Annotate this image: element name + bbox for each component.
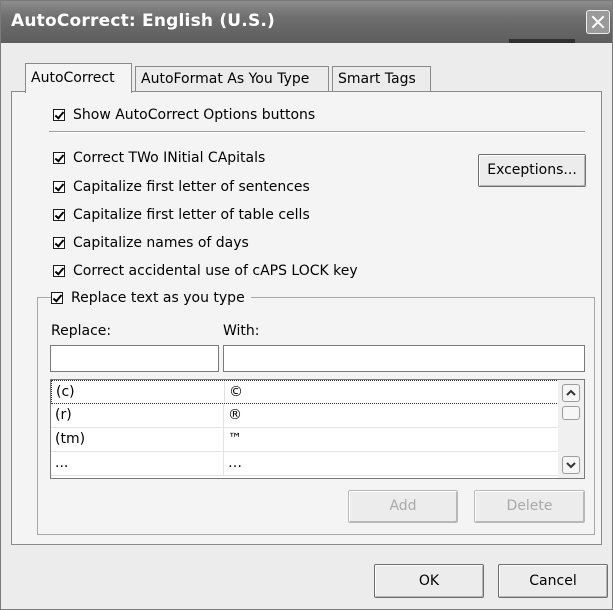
with-cell: © (229, 384, 243, 400)
correct-two-initial-capitals-option[interactable]: Correct TWo INitial CApitals (53, 149, 265, 167)
option-label: Capitalize first letter of table cells (73, 207, 310, 223)
exceptions-button[interactable]: Exceptions... (478, 154, 586, 187)
tab-autocorrect[interactable]: AutoCorrect (25, 63, 132, 93)
with-cell: ® (228, 407, 242, 423)
option-label: Correct TWo INitial CApitals (73, 150, 266, 166)
checkbox[interactable] (53, 181, 65, 193)
scroll-up-button[interactable] (562, 384, 580, 402)
delete-button[interactable]: Delete (474, 490, 585, 523)
checkbox[interactable] (53, 109, 65, 121)
replace-cell: (r) (55, 407, 72, 423)
capitalize-table-cells-option[interactable]: Capitalize first letter of table cells (53, 206, 310, 224)
list-item[interactable]: (c) © (51, 380, 559, 404)
replacement-list[interactable]: (c) © (r) ® (tm) ™ ... … (50, 379, 585, 479)
ok-button[interactable]: OK (374, 564, 484, 598)
column-divider (223, 404, 224, 427)
replace-cell: ... (55, 455, 69, 471)
scroll-thumb[interactable] (562, 406, 580, 420)
option-label: Show AutoCorrect Options buttons (73, 107, 316, 123)
with-input[interactable] (223, 345, 585, 372)
window-title: AutoCorrect: English (U.S.) (11, 11, 276, 31)
capitalize-days-option[interactable]: Capitalize names of days (53, 234, 249, 252)
tab-label: Smart Tags (338, 71, 416, 87)
with-label: With: (223, 323, 260, 339)
option-label: Replace text as you type (71, 290, 245, 306)
tab-label: AutoCorrect (31, 70, 115, 86)
chevron-up-icon (566, 389, 576, 396)
tab-smart-tags[interactable]: Smart Tags (332, 66, 431, 91)
list-item[interactable]: ... … (51, 452, 559, 476)
list-scrollbar[interactable] (558, 380, 584, 478)
checkbox[interactable] (53, 237, 65, 249)
checkbox[interactable] (53, 209, 65, 221)
option-label: Capitalize names of days (73, 235, 249, 251)
checkbox[interactable] (51, 292, 63, 304)
with-cell: … (228, 455, 242, 471)
tab-label: AutoFormat As You Type (141, 71, 310, 87)
replace-cell: (c) (56, 384, 75, 400)
tab-autoformat[interactable]: AutoFormat As You Type (135, 66, 329, 91)
list-item[interactable]: (r) ® (51, 404, 559, 428)
cancel-button[interactable]: Cancel (498, 564, 608, 598)
scroll-down-button[interactable] (562, 456, 580, 474)
checkbox[interactable] (53, 265, 65, 277)
divider (49, 131, 585, 133)
replace-label: Replace: (51, 323, 112, 339)
close-icon[interactable] (586, 10, 610, 34)
option-label: Capitalize first letter of sentences (73, 179, 310, 195)
add-button[interactable]: Add (348, 490, 458, 523)
chevron-down-icon (566, 462, 576, 469)
caps-lock-option[interactable]: Correct accidental use of cAPS LOCK key (53, 262, 358, 280)
with-cell: ™ (228, 431, 242, 447)
column-divider (223, 428, 224, 451)
column-divider (223, 452, 224, 475)
column-divider (224, 381, 225, 403)
list-item[interactable]: (tm) ™ (51, 428, 559, 452)
replace-input[interactable] (50, 345, 219, 372)
option-label: Correct accidental use of cAPS LOCK key (73, 263, 358, 279)
show-autocorrect-buttons-option[interactable]: Show AutoCorrect Options buttons (53, 106, 315, 124)
capitalize-sentences-option[interactable]: Capitalize first letter of sentences (53, 178, 310, 196)
replace-cell: (tm) (55, 431, 86, 447)
checkbox[interactable] (53, 152, 65, 164)
autocorrect-dialog: AutoCorrect: English (U.S.) AutoCorrect … (0, 0, 613, 610)
replace-text-as-you-type-option[interactable]: Replace text as you type (51, 289, 251, 307)
title-bar-shadow (509, 39, 575, 43)
title-bar[interactable]: AutoCorrect: English (U.S.) (1, 1, 612, 43)
